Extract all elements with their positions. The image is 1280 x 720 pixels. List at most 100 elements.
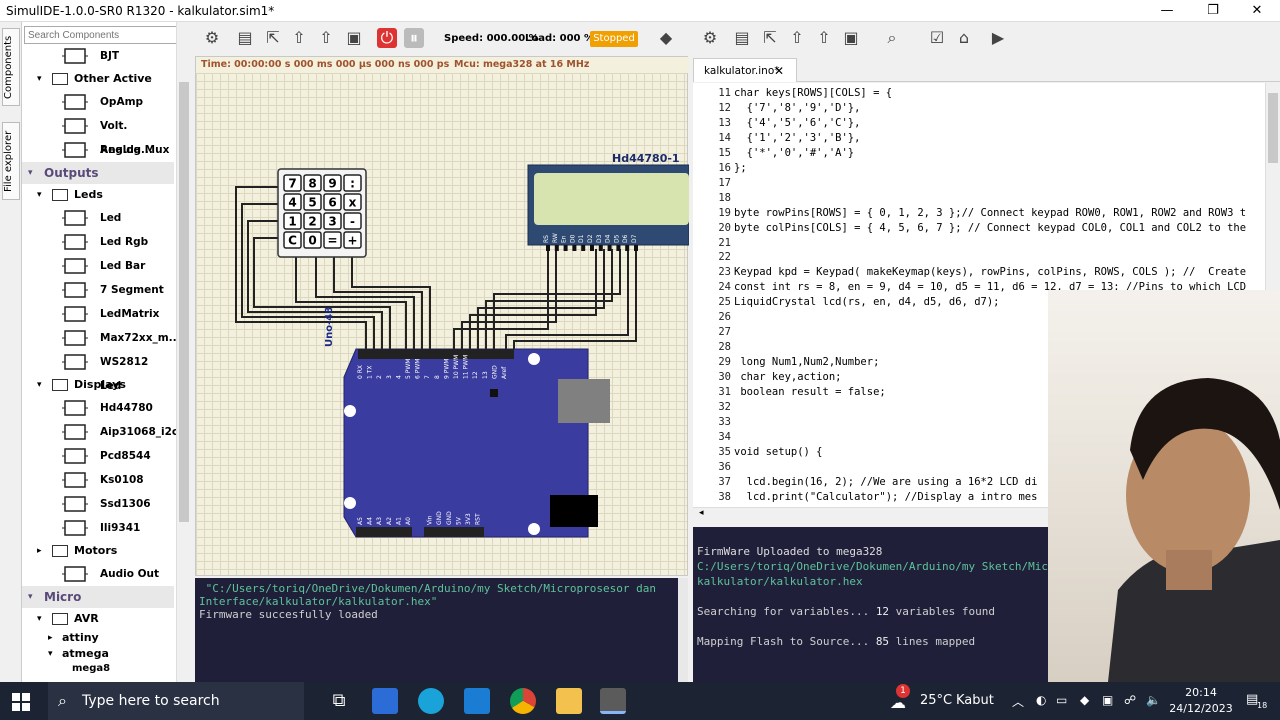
group-leds[interactable]: ▾ Leds [22, 184, 174, 206]
code-line[interactable]: byte rowPins[ROWS] = { 0, 1, 2, 3 };// C… [734, 207, 1246, 219]
code-line[interactable]: {'4','5','6','C'}, [734, 117, 861, 129]
upload-icon[interactable]: ⌂ [953, 28, 975, 48]
component-item[interactable]: Ssd1306 [22, 492, 172, 516]
group-attiny[interactable]: ▸ attiny [22, 630, 174, 646]
chrome-icon[interactable] [510, 688, 536, 714]
component-item[interactable]: Max72xx_m... [22, 326, 181, 350]
new-circuit-icon[interactable]: ▤ [234, 28, 256, 48]
editor-open-icon[interactable]: ⇱ [759, 28, 781, 48]
settings-gear-icon[interactable]: ⚙ [201, 28, 223, 48]
component-item[interactable]: Volt. Regula... [22, 114, 172, 156]
find-icon[interactable]: ⌕ [881, 28, 903, 48]
code-line[interactable]: long Num1,Num2,Number; [734, 356, 879, 368]
board-pin-label: Vin [427, 515, 434, 525]
search-components-input[interactable] [24, 26, 188, 44]
code-line[interactable]: boolean result = false; [734, 386, 885, 398]
code-line[interactable]: char key,action; [734, 371, 841, 383]
component-item[interactable]: WS2812 Led [22, 350, 172, 392]
close-button[interactable]: ✕ [1234, 0, 1280, 22]
group-avr[interactable]: ▾ AVR [22, 608, 174, 630]
code-line[interactable]: }; [734, 162, 747, 174]
component-item[interactable]: Analog Mux [22, 138, 172, 162]
code-line[interactable]: LiquidCrystal lcd(rs, en, d4, d5, d6, d7… [734, 296, 1000, 308]
export-icon[interactable]: ▣ [343, 28, 365, 48]
code-line[interactable]: {'1','2','3','B'}, [734, 132, 861, 144]
group-other-active[interactable]: ▾ Other Active [22, 68, 174, 90]
code-line[interactable]: {'*','0','#','A'} [734, 147, 854, 159]
open-circuit-icon[interactable]: ⇱ [262, 28, 284, 48]
compile-icon[interactable]: ☑ [926, 28, 948, 48]
close-tab-icon[interactable]: ✕ [774, 59, 784, 83]
windows-start-icon[interactable] [12, 693, 30, 711]
category-micro[interactable]: ▾ Micro [22, 586, 174, 608]
lcd-pin-label: RW [552, 233, 559, 243]
component-item[interactable]: Led [22, 206, 172, 230]
temperature[interactable]: 25°C [920, 693, 952, 708]
group-motors[interactable]: ▸ Motors [22, 540, 174, 562]
component-item[interactable]: Led Rgb [22, 230, 172, 254]
editor-new-icon[interactable]: ▤ [731, 28, 753, 48]
editor-save-as-icon[interactable]: ⇧ [813, 28, 835, 48]
tray-app-icon[interactable]: ◐ [1036, 693, 1046, 707]
component-item[interactable]: Ili9341 [22, 516, 172, 540]
tab-kalkulator[interactable]: kalkulator.ino* ✕ [693, 58, 797, 82]
tray-chevron-icon[interactable]: ︿ [1012, 693, 1024, 710]
component-item[interactable]: BJT [22, 44, 172, 68]
task-view-icon[interactable]: ⧉ [326, 688, 352, 714]
component-item[interactable]: Hd44780 [22, 396, 172, 420]
edge-icon[interactable] [418, 688, 444, 714]
maximize-button[interactable]: ❐ [1190, 0, 1236, 22]
group-displays[interactable]: ▾ Displays [22, 374, 174, 396]
board-pin-label: A2 [386, 517, 393, 525]
code-line[interactable]: byte colPins[COLS] = { 4, 5, 6, 7 }; // … [734, 222, 1246, 234]
code-line[interactable]: lcd.begin(16, 2); //We are using a 16*2 … [734, 476, 1038, 488]
weather-text[interactable]: Kabut [956, 693, 994, 708]
file-explorer-icon[interactable] [556, 688, 582, 714]
tray-app3-icon[interactable]: ◆ [1080, 693, 1089, 707]
component-item[interactable]: Audio Out [22, 562, 172, 586]
editor-settings-gear-icon[interactable]: ⚙ [699, 28, 721, 48]
code-line[interactable]: void setup() { [734, 446, 823, 458]
tab-components[interactable]: Components [2, 28, 20, 106]
circuit-canvas[interactable]: Time: 00:00:00 s 000 ms 000 µs 000 ns 00… [195, 56, 689, 576]
code-line[interactable]: lcd.print("Calculator"); //Display a int… [734, 491, 1038, 503]
component-item[interactable]: 7 Segment [22, 278, 172, 302]
save-as-icon[interactable]: ⇧ [315, 28, 337, 48]
tab-file-explorer[interactable]: File explorer [2, 122, 20, 200]
component-item[interactable]: OpAmp [22, 90, 172, 114]
console-scrollbar[interactable] [678, 578, 688, 682]
window-title: SimulIDE-1.0.0-SR0 R1320 - kalkulator.si… [6, 4, 275, 18]
debug-start-icon[interactable]: ▶ [987, 28, 1009, 48]
taskbar-search[interactable]: ⌕ Type here to search [48, 682, 304, 720]
editor-close-icon[interactable]: ▣ [840, 28, 862, 48]
group-atmega[interactable]: ▾ atmega [22, 646, 174, 662]
mail-icon[interactable] [464, 688, 490, 714]
component-item[interactable]: Led Bar [22, 254, 172, 278]
code-line[interactable]: char keys[ROWS][COLS] = { [734, 87, 892, 99]
component-mega8[interactable]: mega8 [22, 662, 174, 676]
board-pin-label: A0 [405, 517, 412, 525]
category-outputs[interactable]: ▾ Outputs [22, 162, 174, 184]
led-matrix-icon [62, 305, 88, 323]
minimize-button[interactable]: — [1144, 0, 1190, 22]
debug-icon[interactable]: ◆ [655, 28, 677, 48]
power-icon[interactable]: ⏻ [377, 28, 397, 48]
simulide-taskbar-icon[interactable] [600, 688, 626, 714]
pause-icon[interactable]: ⏸ [404, 28, 424, 48]
store-icon[interactable] [372, 688, 398, 714]
component-item[interactable]: Pcd8544 [22, 444, 172, 468]
code-line[interactable]: Keypad kpd = Keypad( makeKeymap(keys), r… [734, 266, 1246, 278]
component-item[interactable]: LedMatrix [22, 302, 172, 326]
lcd-pin-label: D5 [613, 234, 620, 243]
components-scrollbar[interactable] [176, 22, 190, 682]
network-icon[interactable]: ☍ [1124, 693, 1136, 707]
tray-app4-icon[interactable]: ▣ [1102, 693, 1113, 707]
clock[interactable]: 20:14 24/12/2023 [1168, 685, 1234, 717]
editor-save-icon[interactable]: ⇧ [786, 28, 808, 48]
volume-icon[interactable]: 🔈 [1146, 693, 1161, 707]
save-icon[interactable]: ⇧ [288, 28, 310, 48]
component-item[interactable]: Aip31068_i2c [22, 420, 178, 444]
component-item[interactable]: Ks0108 [22, 468, 172, 492]
code-line[interactable]: {'7','8','9','D'}, [734, 102, 861, 114]
tray-app2-icon[interactable]: ▭ [1056, 693, 1067, 707]
